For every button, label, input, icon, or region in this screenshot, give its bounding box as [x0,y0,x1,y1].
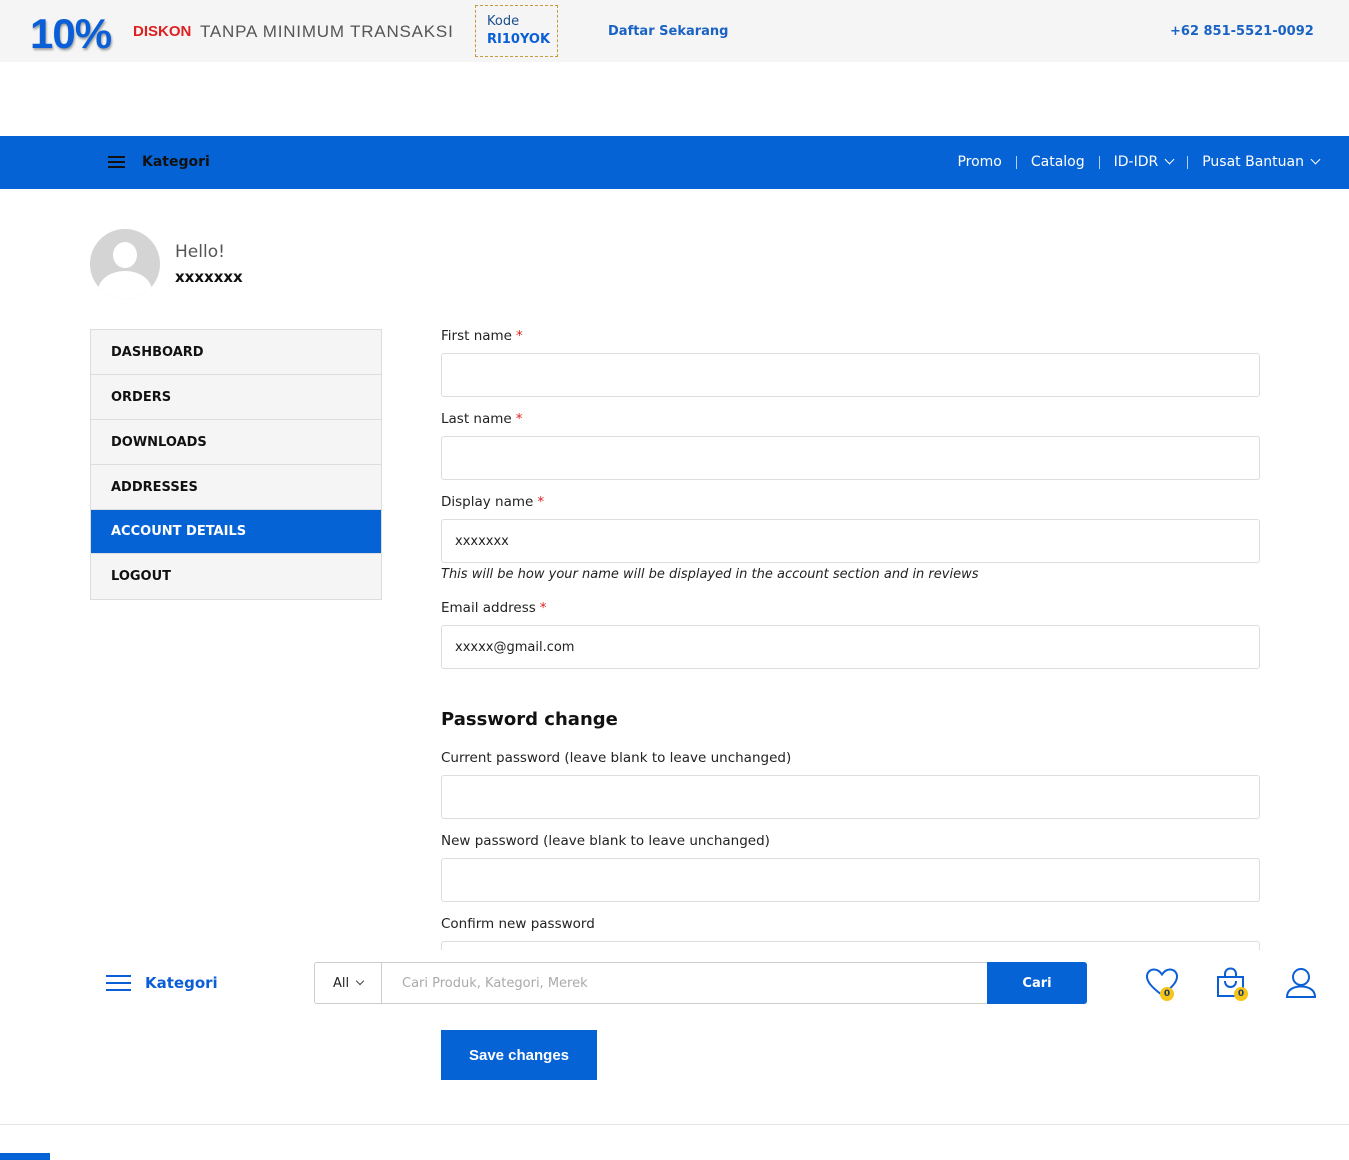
kategori-menu-button[interactable]: Kategori [108,154,210,170]
hamburger-icon [106,974,131,992]
first-name-input[interactable] [441,353,1260,397]
search-bar: All Cari Produk, Kategori, Merek Cari [314,962,1087,1004]
search-button[interactable]: Cari [987,962,1087,1004]
sidebar-item-account-details[interactable]: ACCOUNT DETAILS [91,510,381,554]
required-mark: * [539,600,547,616]
phone-link[interactable]: +62 851-5521-0092 [1170,24,1314,39]
account-sidebar: DASHBOARD ORDERS DOWNLOADS ADDRESSES ACC… [90,329,382,600]
search-category-select[interactable]: All [315,963,382,1003]
password-change-heading: Password change [441,709,618,730]
nav-promo[interactable]: Promo [957,154,1001,170]
search-input[interactable]: Cari Produk, Kategori, Merek [382,963,987,1003]
sidebar-item-addresses[interactable]: ADDRESSES [91,465,381,510]
username: xxxxxxx [175,268,243,286]
sidebar-item-downloads[interactable]: DOWNLOADS [91,420,381,465]
nav-currency-label: ID-IDR [1113,154,1159,170]
promo-code-value: RI10YOK [487,32,551,47]
sticky-header-bar: Kategori All Cari Produk, Kategori, Mere… [0,950,1349,1016]
required-mark: * [516,328,523,344]
greeting: Hello! [175,242,225,262]
last-name-input[interactable] [441,436,1260,480]
account-button[interactable] [1284,966,1318,1000]
search-category-value: All [332,975,350,991]
sidebar-item-orders[interactable]: ORDERS [91,375,381,420]
avatar-head [113,242,137,268]
promo-code-label: Kode [487,14,520,29]
wishlist-count-badge: 0 [1160,987,1174,1001]
promo-bar: 10% DISKON TANPA MINIMUM TRANSAKSI Kode … [0,0,1349,62]
nav-currency[interactable]: ID-IDR [1113,154,1175,170]
sidebar-item-dashboard[interactable]: DASHBOARD [91,330,381,375]
current-password-label: Current password (leave blank to leave u… [441,750,792,766]
new-password-input[interactable] [441,858,1260,902]
wishlist-button[interactable]: 0 [1145,966,1179,1001]
chevron-down-icon [355,976,365,986]
nav-help-label: Pusat Bantuan [1202,154,1304,170]
cart-count-badge: 0 [1234,987,1248,1001]
register-link[interactable]: Daftar Sekarang [608,24,729,39]
promo-text: TANPA MINIMUM TRANSAKSI [200,22,454,41]
confirm-password-label: Confirm new password [441,916,595,932]
display-name-input[interactable]: xxxxxxx [441,519,1260,563]
avatar-body [98,271,152,299]
nav-divider [1015,155,1017,169]
user-icon [1285,968,1317,998]
main-nav: Kategori Promo Catalog ID-IDR Pusat Bant… [0,136,1349,189]
promo-diskon: DISKON [133,23,192,40]
required-mark: * [537,494,545,510]
email-input[interactable]: xxxxx@gmail.com [441,625,1260,669]
last-name-label: Last name * [441,411,523,427]
sticky-kategori-label: Kategori [145,974,218,992]
nav-divider [1098,155,1100,169]
sidebar-item-logout[interactable]: LOGOUT [91,554,381,599]
promo-code-box: Kode RI10YOK [475,5,558,57]
nav-catalog[interactable]: Catalog [1031,154,1085,170]
new-password-label: New password (leave blank to leave uncha… [441,833,770,849]
email-label: Email address * [441,600,547,616]
hamburger-icon [108,156,125,168]
required-mark: * [515,411,523,427]
display-name-label: Display name * [441,494,545,510]
sticky-kategori-button[interactable]: Kategori [106,974,218,992]
nav-links: Promo Catalog ID-IDR Pusat Bantuan [957,154,1321,170]
scroll-to-top-button[interactable] [0,1153,50,1160]
nav-divider [1187,155,1189,169]
footer-divider [0,1124,1349,1125]
promo-percent: 10% [30,10,112,57]
display-name-hint: This will be how your name will be displ… [441,567,979,582]
kategori-label: Kategori [142,154,210,170]
save-changes-button[interactable]: Save changes [441,1030,597,1080]
chevron-down-icon [1310,154,1321,165]
cart-button[interactable]: 0 [1214,966,1248,1001]
first-name-label: First name * [441,328,523,344]
avatar [90,229,160,299]
current-password-input[interactable] [441,775,1260,819]
chevron-down-icon [1164,154,1175,165]
nav-help[interactable]: Pusat Bantuan [1202,154,1321,170]
